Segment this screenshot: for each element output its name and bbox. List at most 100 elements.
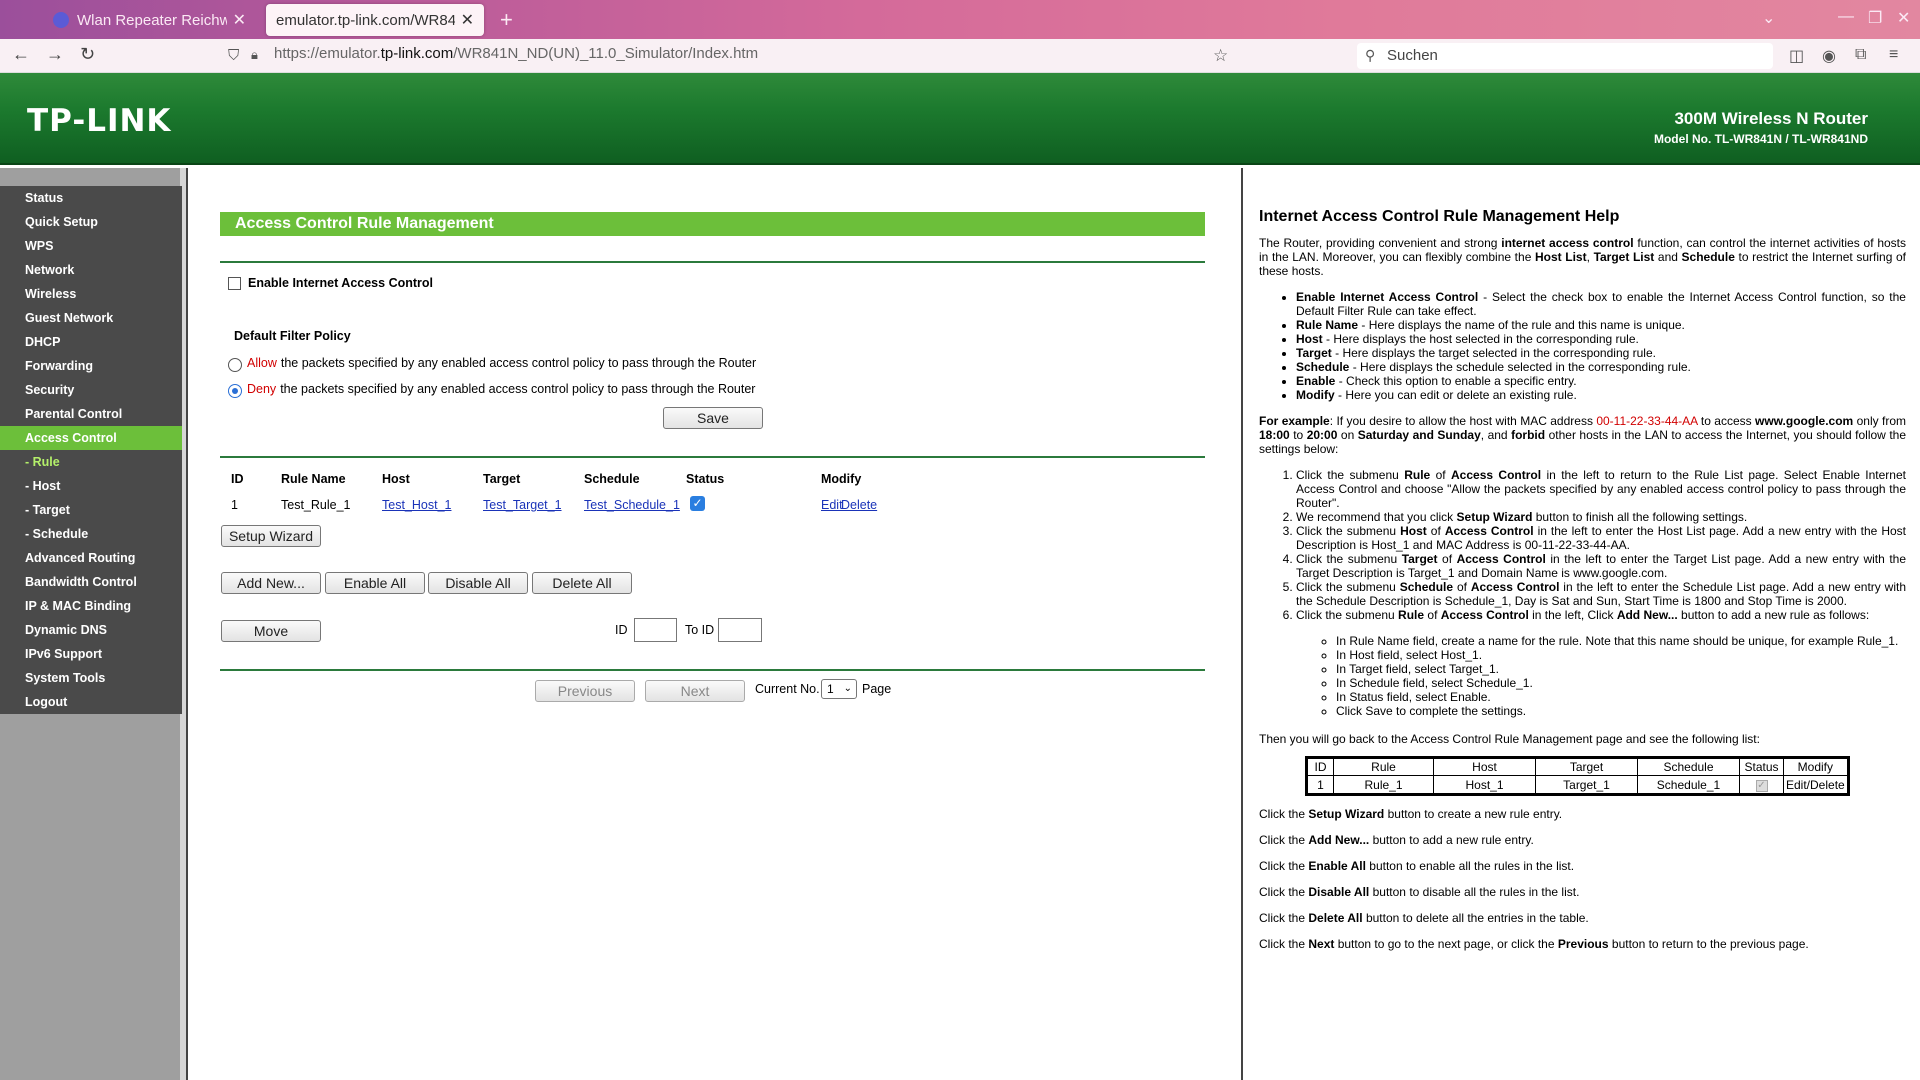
minimize-icon[interactable]: — [1838, 8, 1854, 26]
sidebar-subitem-schedule[interactable]: - Schedule [0, 522, 182, 546]
deny-text: the packets specified by any enabled acc… [280, 381, 756, 396]
enable-access-control-checkbox[interactable] [228, 276, 241, 290]
address-bar[interactable]: https://emulator.tp-link.com/WR841N_ND(U… [274, 45, 758, 62]
reload-icon[interactable]: ↻ [80, 44, 95, 65]
browser-tab-wlan[interactable]: Wlan Repeater Reichweite ✕ [43, 4, 256, 36]
list-item: Click the submenu Target of Access Contr… [1296, 552, 1906, 580]
sidebar-item-quick-setup[interactable]: Quick Setup [0, 210, 182, 234]
row-status-checkbox[interactable]: ✓ [690, 496, 705, 511]
save-button[interactable]: Save [663, 407, 763, 429]
chevron-down-icon: ⌄ [843, 683, 852, 694]
allow-word: Allow [247, 355, 277, 370]
row-host-link[interactable]: Test_Host_1 [382, 498, 451, 512]
bookmark-star-icon[interactable]: ☆ [1213, 46, 1228, 66]
add-new-button[interactable]: Add New... [221, 572, 321, 594]
url-path: /WR841N_ND(UN)_11.0_Simulator/Index.htm [453, 45, 759, 62]
router-header: TP-LINK 300M Wireless N Router Model No.… [0, 73, 1920, 165]
tab-favicon-icon [53, 12, 69, 28]
shield-icon[interactable]: ⛉ [228, 47, 239, 64]
column-header-rule-name: Rule Name [281, 472, 346, 486]
back-arrow-icon[interactable]: ← [12, 44, 30, 65]
column-header-host: Host [382, 472, 410, 486]
row-schedule-link[interactable]: Test_Schedule_1 [584, 498, 680, 512]
list-item: Schedule - Here displays the schedule se… [1296, 360, 1906, 374]
sidebar-item-ipv6-support[interactable]: IPv6 Support [0, 642, 182, 666]
sidebar-item-advanced-routing[interactable]: Advanced Routing [0, 546, 182, 570]
policy-deny-radio[interactable] [228, 384, 242, 398]
enable-access-control-label: Enable Internet Access Control [248, 276, 433, 290]
sidebar-item-bandwidth-control[interactable]: Bandwidth Control [0, 570, 182, 594]
tab-close-icon[interactable]: ✕ [461, 10, 474, 30]
move-button[interactable]: Move [221, 620, 321, 642]
sidebar-item-parental-control[interactable]: Parental Control [0, 402, 182, 426]
default-filter-policy-title: Default Filter Policy [234, 329, 351, 343]
row-delete-link[interactable]: Delete [841, 498, 877, 512]
forward-arrow-icon[interactable]: → [46, 44, 64, 65]
sidebar-item-status[interactable]: Status [0, 186, 182, 210]
id-input[interactable] [634, 618, 677, 642]
current-no-label: Current No. [755, 682, 820, 696]
list-item: In Host field, select Host_1. [1336, 648, 1906, 662]
help-table-cell: Edit/Delete [1783, 775, 1848, 794]
sidebar-item-dynamic-dns[interactable]: Dynamic DNS [0, 618, 182, 642]
tab-close-icon[interactable]: ✕ [233, 10, 246, 30]
sidebar-menu: Status Quick Setup WPS Network Wireless … [0, 186, 182, 714]
to-id-input[interactable] [718, 618, 762, 642]
help-table-cell: Target_1 [1535, 775, 1638, 794]
sidebar-item-dhcp[interactable]: DHCP [0, 330, 182, 354]
hamburger-menu-icon[interactable]: ≡ [1889, 46, 1898, 64]
divider [220, 261, 1205, 263]
column-header-modify: Modify [821, 472, 862, 486]
policy-allow-radio[interactable] [228, 358, 242, 372]
search-icon: ⚲ [1365, 47, 1376, 63]
setup-wizard-button[interactable]: Setup Wizard [221, 525, 321, 547]
browser-tab-emulator[interactable]: emulator.tp-link.com/WR841N ✕ [266, 4, 484, 36]
page-select[interactable]: 1 ⌄ [821, 679, 857, 699]
search-input[interactable]: ⚲ Suchen [1357, 43, 1773, 69]
pocket-icon[interactable]: ◫ [1789, 46, 1804, 66]
sidebar-item-guest-network[interactable]: Guest Network [0, 306, 182, 330]
help-substeps: In Rule Name field, create a name for th… [1336, 634, 1906, 718]
divider [220, 669, 1205, 671]
row-edit-link[interactable]: Edit [821, 498, 843, 512]
allow-text: the packets specified by any enabled acc… [280, 355, 757, 370]
restore-icon[interactable]: ❐ [1868, 8, 1882, 28]
sidebar-item-network[interactable]: Network [0, 258, 182, 282]
sidebar-item-forwarding[interactable]: Forwarding [0, 354, 182, 378]
sidebar: Status Quick Setup WPS Network Wireless … [0, 168, 186, 1080]
disable-all-button[interactable]: Disable All [428, 572, 528, 594]
sidebar-subitem-rule[interactable]: - Rule [0, 450, 182, 474]
previous-button[interactable]: Previous [535, 680, 635, 702]
divider [220, 456, 1205, 458]
sidebar-item-system-tools[interactable]: System Tools [0, 666, 182, 690]
sidebar-item-security[interactable]: Security [0, 378, 182, 402]
extensions-icon[interactable]: ⧉ [1855, 46, 1866, 64]
help-field-list: Enable Internet Access Control - Select … [1296, 290, 1906, 402]
help-next-prev-text: Click the Next button to go to the next … [1259, 937, 1809, 951]
sidebar-item-wps[interactable]: WPS [0, 234, 182, 258]
delete-all-button[interactable]: Delete All [532, 572, 632, 594]
new-tab-icon[interactable]: + [500, 7, 513, 33]
sidebar-subitem-target[interactable]: - Target [0, 498, 182, 522]
account-icon[interactable]: ◉ [1822, 46, 1836, 66]
next-button[interactable]: Next [645, 680, 745, 702]
enable-all-button[interactable]: Enable All [325, 572, 425, 594]
chevron-down-icon[interactable]: ⌄ [1762, 8, 1775, 28]
column-header-id: ID [231, 472, 244, 486]
list-item: Click the submenu Schedule of Access Con… [1296, 580, 1906, 608]
product-name: 300M Wireless N Router [1674, 109, 1868, 128]
sidebar-item-ip-mac-binding[interactable]: IP & MAC Binding [0, 594, 182, 618]
help-table-header: Rule [1333, 758, 1434, 776]
tp-link-logo: TP-LINK [27, 103, 172, 139]
sidebar-item-access-control[interactable]: Access Control [0, 426, 182, 450]
url-host: tp-link.com [380, 45, 454, 62]
close-icon[interactable]: ✕ [1897, 8, 1910, 28]
row-target-link[interactable]: Test_Target_1 [483, 498, 562, 512]
sidebar-item-logout[interactable]: Logout [0, 690, 182, 714]
sidebar-item-wireless[interactable]: Wireless [0, 282, 182, 306]
lock-icon[interactable]: 🔒︎ [251, 47, 258, 63]
page-title: Access Control Rule Management [220, 212, 1205, 236]
help-example-table: ID Rule Host Target Schedule Status Modi… [1305, 756, 1850, 796]
sidebar-subitem-host[interactable]: - Host [0, 474, 182, 498]
help-setup-wizard-text: Click the Setup Wizard button to create … [1259, 807, 1563, 821]
